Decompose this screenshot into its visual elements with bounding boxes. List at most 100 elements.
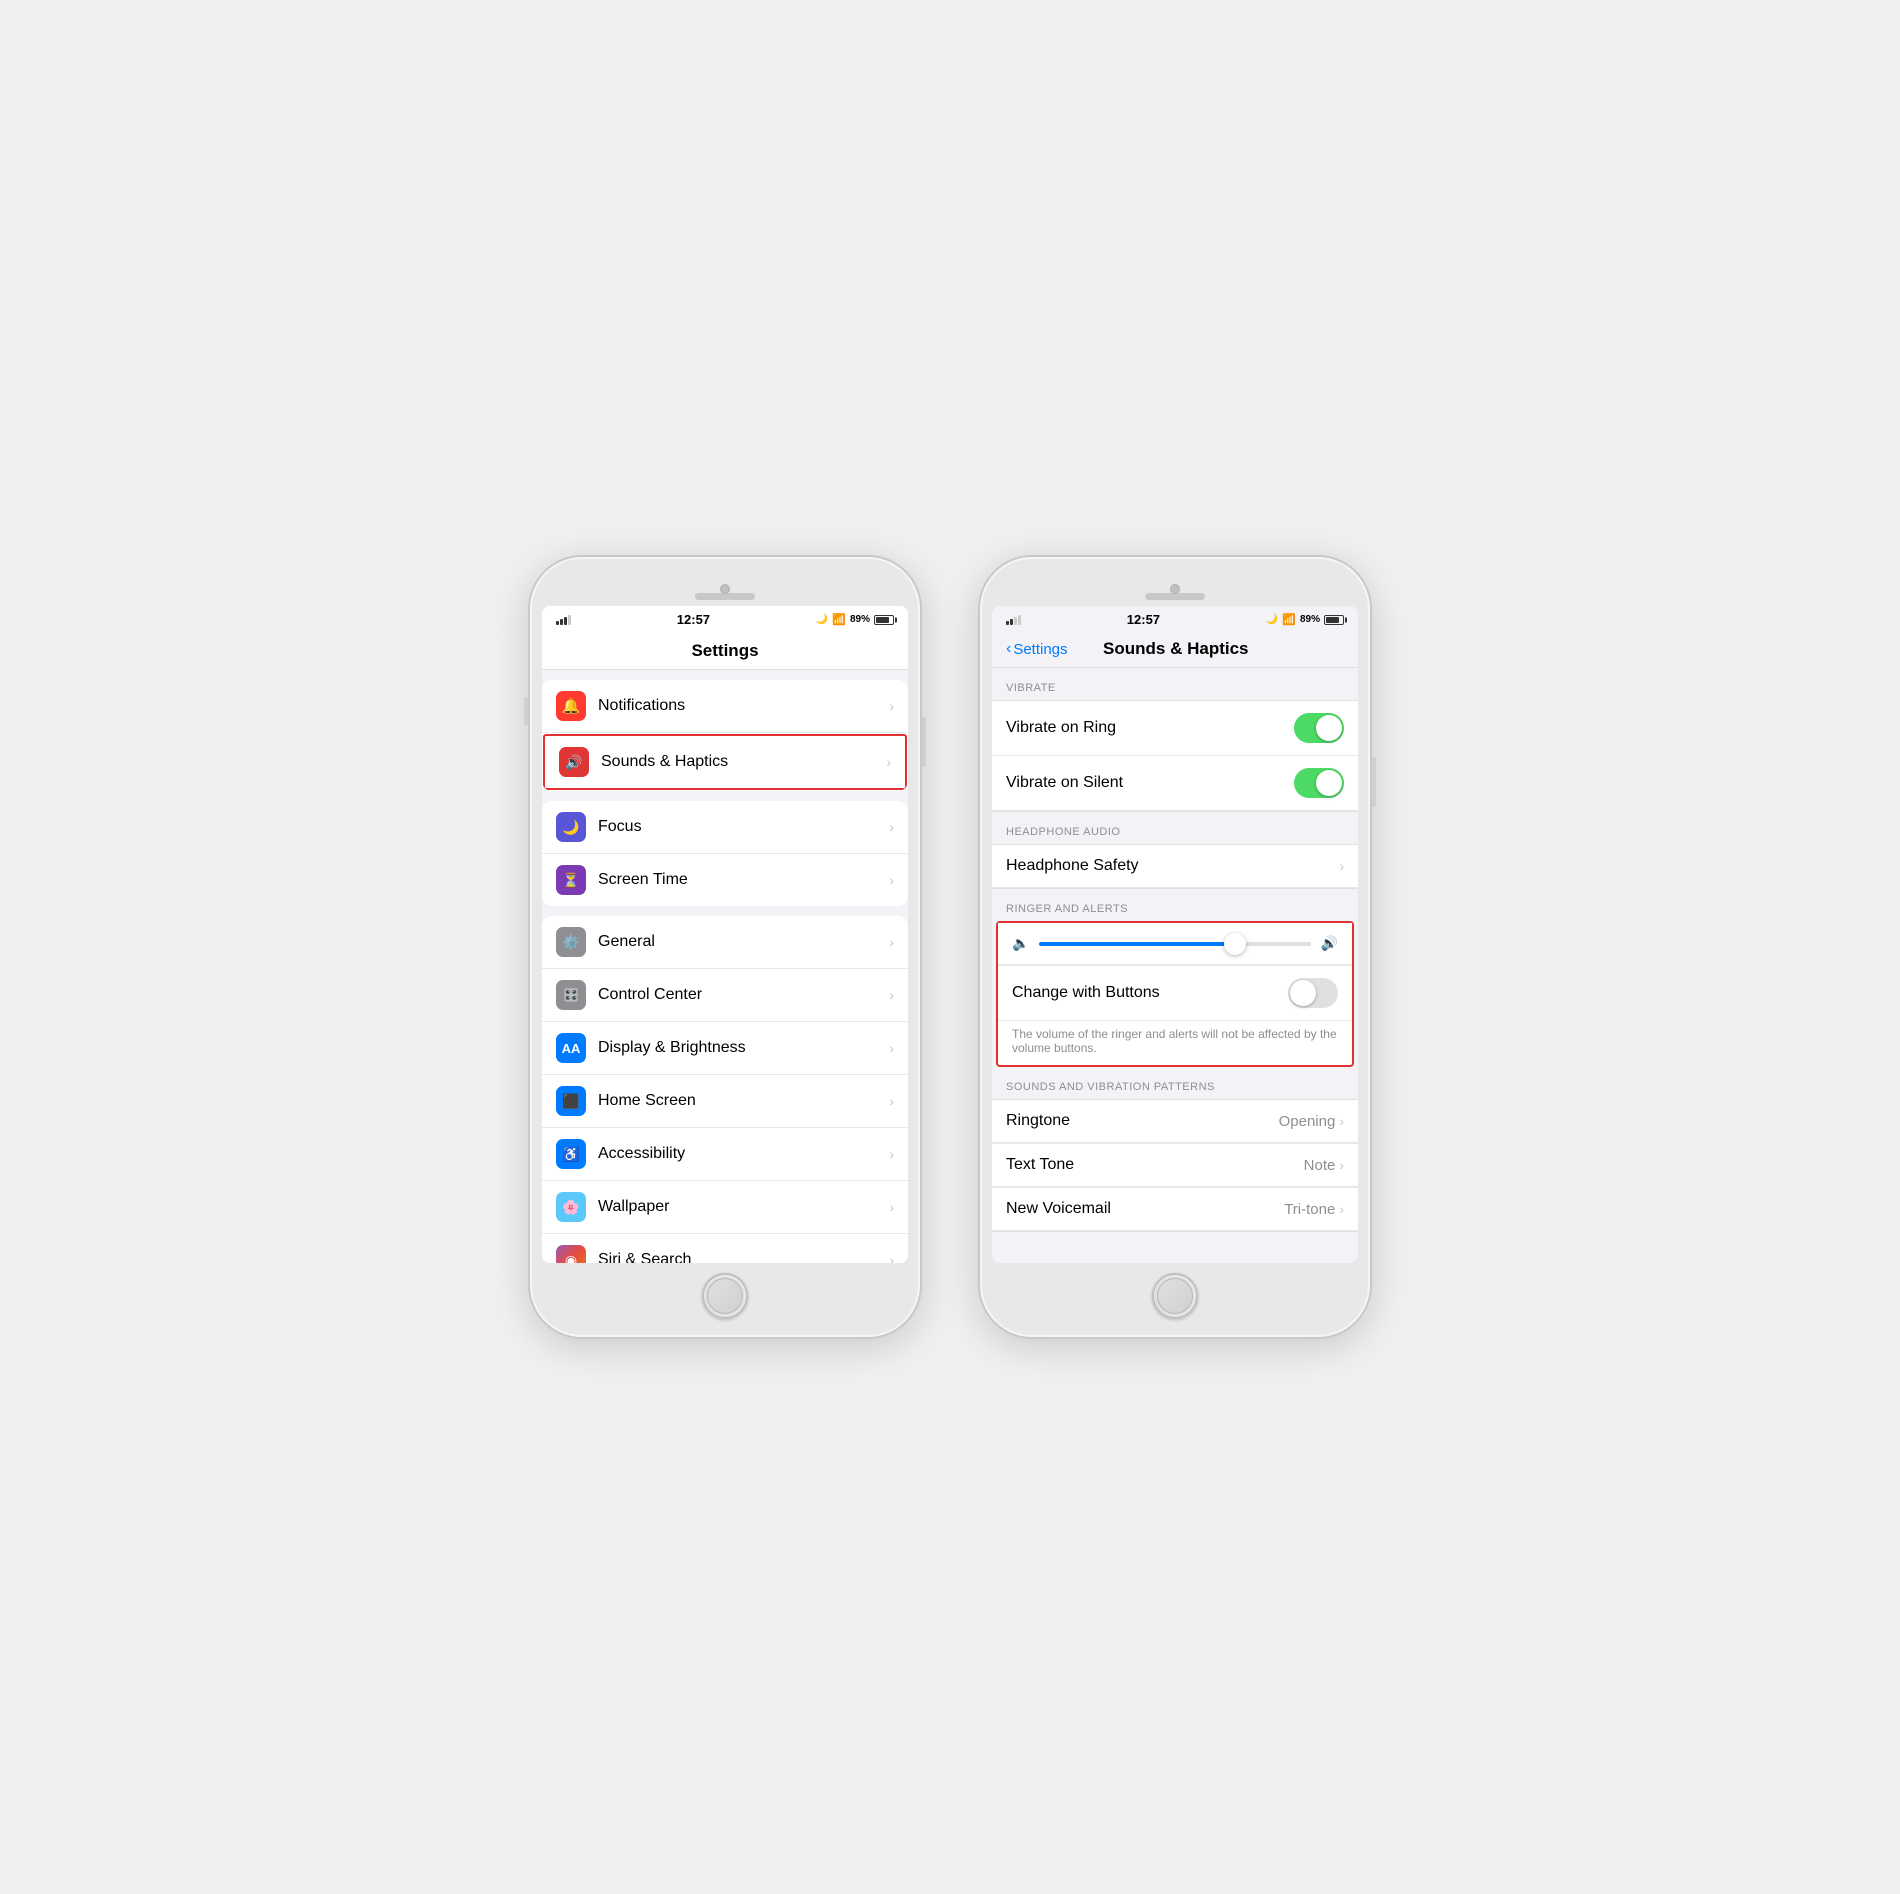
battery-icon — [874, 615, 894, 625]
notifications-row[interactable]: 🔔 Notifications › — [542, 680, 908, 733]
sounds-haptics-row[interactable]: 🔊 Sounds & Haptics › — [543, 734, 907, 790]
change-with-buttons-row: Change with Buttons — [998, 965, 1352, 1021]
status-signal-right — [1006, 615, 1021, 625]
text-tone-chevron: › — [1339, 1157, 1344, 1173]
back-label: Settings — [1013, 641, 1067, 658]
text-tone-row[interactable]: Text Tone Note › — [992, 1143, 1358, 1187]
headphone-label: HEADPHONE AUDIO — [992, 812, 1358, 844]
focus-icon: 🌙 — [556, 812, 586, 842]
focus-chevron: › — [889, 819, 894, 835]
vibrate-group: Vibrate on Ring Vibrate on Silent — [992, 700, 1358, 812]
vibrate-silent-toggle[interactable] — [1294, 768, 1344, 798]
ringtone-chevron: › — [1339, 1113, 1344, 1129]
phone-top — [542, 569, 908, 606]
control-center-row[interactable]: 🎛️ Control Center › — [542, 969, 908, 1022]
change-with-buttons-toggle[interactable] — [1288, 978, 1338, 1008]
accessibility-label: Accessibility — [598, 1145, 889, 1163]
status-time-right: 12:57 — [1127, 612, 1160, 627]
phone1: 12:57 🌙 📶 89% Settings 🔔 Notifica — [530, 557, 920, 1337]
home-screen-row[interactable]: ⬛ Home Screen › — [542, 1075, 908, 1128]
general-row[interactable]: ⚙️ General › — [542, 916, 908, 969]
settings-list: 🔔 Notifications › 🔊 Sounds & Haptics › 🌙 — [542, 670, 908, 1263]
notifications-chevron: › — [889, 698, 894, 714]
new-voicemail-chevron: › — [1339, 1201, 1344, 1217]
vibrate-ring-row: Vibrate on Ring — [992, 701, 1358, 756]
vibrate-label: VIBRATE — [992, 668, 1358, 700]
volume-high-icon: 🔊 — [1321, 935, 1338, 952]
vibrate-silent-label: Vibrate on Silent — [1006, 774, 1294, 792]
screen-time-row[interactable]: ⏳ Screen Time › — [542, 854, 908, 906]
battery-icon-right — [1324, 615, 1344, 625]
accessibility-chevron: › — [889, 1146, 894, 1162]
screen-time-chevron: › — [889, 872, 894, 888]
phone-bottom-right — [1152, 1263, 1198, 1325]
sounds-icon: 🔊 — [559, 747, 589, 777]
focus-row[interactable]: 🌙 Focus › — [542, 801, 908, 854]
sounds-patterns-group: Ringtone Opening › Text Tone Note › New … — [992, 1099, 1358, 1232]
control-center-label: Control Center — [598, 986, 889, 1004]
text-tone-value: Note — [1304, 1157, 1336, 1174]
home-button-left[interactable] — [702, 1273, 748, 1319]
siri-search-row[interactable]: ◉ Siri & Search › — [542, 1234, 908, 1263]
ringtone-label: Ringtone — [1006, 1112, 1279, 1130]
ringer-section-label: RINGER AND ALERTS — [992, 889, 1358, 921]
wallpaper-chevron: › — [889, 1199, 894, 1215]
wifi-icon-right: 📶 — [1282, 613, 1296, 626]
home-button-inner-right — [1157, 1278, 1193, 1314]
headphone-safety-chevron: › — [1339, 858, 1344, 874]
signal-bars — [556, 615, 571, 625]
camera — [720, 584, 730, 594]
new-voicemail-row[interactable]: New Voicemail Tri-tone › — [992, 1187, 1358, 1231]
phone-top-right — [992, 569, 1358, 606]
text-tone-label: Text Tone — [1006, 1156, 1304, 1174]
home-screen-icon: ⬛ — [556, 1086, 586, 1116]
vibrate-ring-toggle[interactable] — [1294, 713, 1344, 743]
control-center-chevron: › — [889, 987, 894, 1003]
ringer-slider-track[interactable] — [1039, 942, 1310, 946]
change-with-buttons-label: Change with Buttons — [1012, 984, 1288, 1002]
screen-right: 12:57 🌙 📶 89% ‹ Settings Sounds & Haptic… — [992, 606, 1358, 1263]
settings-group-3: ⚙️ General › 🎛️ Control Center › AA Disp… — [542, 916, 908, 1263]
vibrate-ring-label: Vibrate on Ring — [1006, 719, 1294, 737]
back-chevron-icon: ‹ — [1006, 640, 1011, 658]
signal-bars-right — [1006, 615, 1021, 625]
ringtone-row[interactable]: Ringtone Opening › — [992, 1100, 1358, 1143]
back-button[interactable]: ‹ Settings — [1006, 640, 1068, 658]
battery-pct: 89% — [850, 614, 870, 625]
wallpaper-label: Wallpaper — [598, 1198, 889, 1216]
headphone-safety-row[interactable]: Headphone Safety › — [992, 845, 1358, 888]
sounds-chevron: › — [886, 754, 891, 770]
camera-right — [1170, 584, 1180, 594]
status-right-left: 🌙 📶 89% — [816, 613, 894, 626]
wallpaper-row[interactable]: 🌸 Wallpaper › — [542, 1181, 908, 1234]
ringer-slider-row: 🔈 🔊 — [998, 923, 1352, 965]
speaker — [695, 593, 755, 600]
general-chevron: › — [889, 934, 894, 950]
focus-label: Focus — [598, 818, 889, 836]
ringer-note: The volume of the ringer and alerts will… — [998, 1021, 1352, 1065]
ringer-slider-thumb — [1224, 933, 1246, 955]
display-brightness-chevron: › — [889, 1040, 894, 1056]
vibrate-section: VIBRATE Vibrate on Ring Vibrate on Silen… — [992, 668, 1358, 812]
side-button-right — [922, 717, 926, 767]
display-brightness-icon: AA — [556, 1033, 586, 1063]
sounds-haptics-title: Sounds & Haptics — [1068, 639, 1284, 659]
accessibility-row[interactable]: ♿ Accessibility › — [542, 1128, 908, 1181]
accessibility-icon: ♿ — [556, 1139, 586, 1169]
wifi-icon: 📶 — [832, 613, 846, 626]
ringtone-value: Opening — [1279, 1113, 1336, 1130]
ringer-section: RINGER AND ALERTS 🔈 🔊 — [992, 889, 1358, 1067]
headphone-group: Headphone Safety › — [992, 844, 1358, 889]
control-center-icon: 🎛️ — [556, 980, 586, 1010]
sounds-label: Sounds & Haptics — [601, 753, 886, 771]
sounds-haptics-nav: ‹ Settings Sounds & Haptics — [992, 631, 1358, 668]
notifications-icon: 🔔 — [556, 691, 586, 721]
siri-label: Siri & Search — [598, 1251, 889, 1263]
home-button-right[interactable] — [1152, 1273, 1198, 1319]
ringer-group: 🔈 🔊 Change with Buttons — [996, 921, 1354, 1067]
display-brightness-row[interactable]: AA Display & Brightness › — [542, 1022, 908, 1075]
phone-bottom-left — [702, 1263, 748, 1325]
sounds-haptics-content: VIBRATE Vibrate on Ring Vibrate on Silen… — [992, 668, 1358, 1245]
vibrate-silent-knob — [1316, 770, 1342, 796]
headphone-section: HEADPHONE AUDIO Headphone Safety › — [992, 812, 1358, 889]
